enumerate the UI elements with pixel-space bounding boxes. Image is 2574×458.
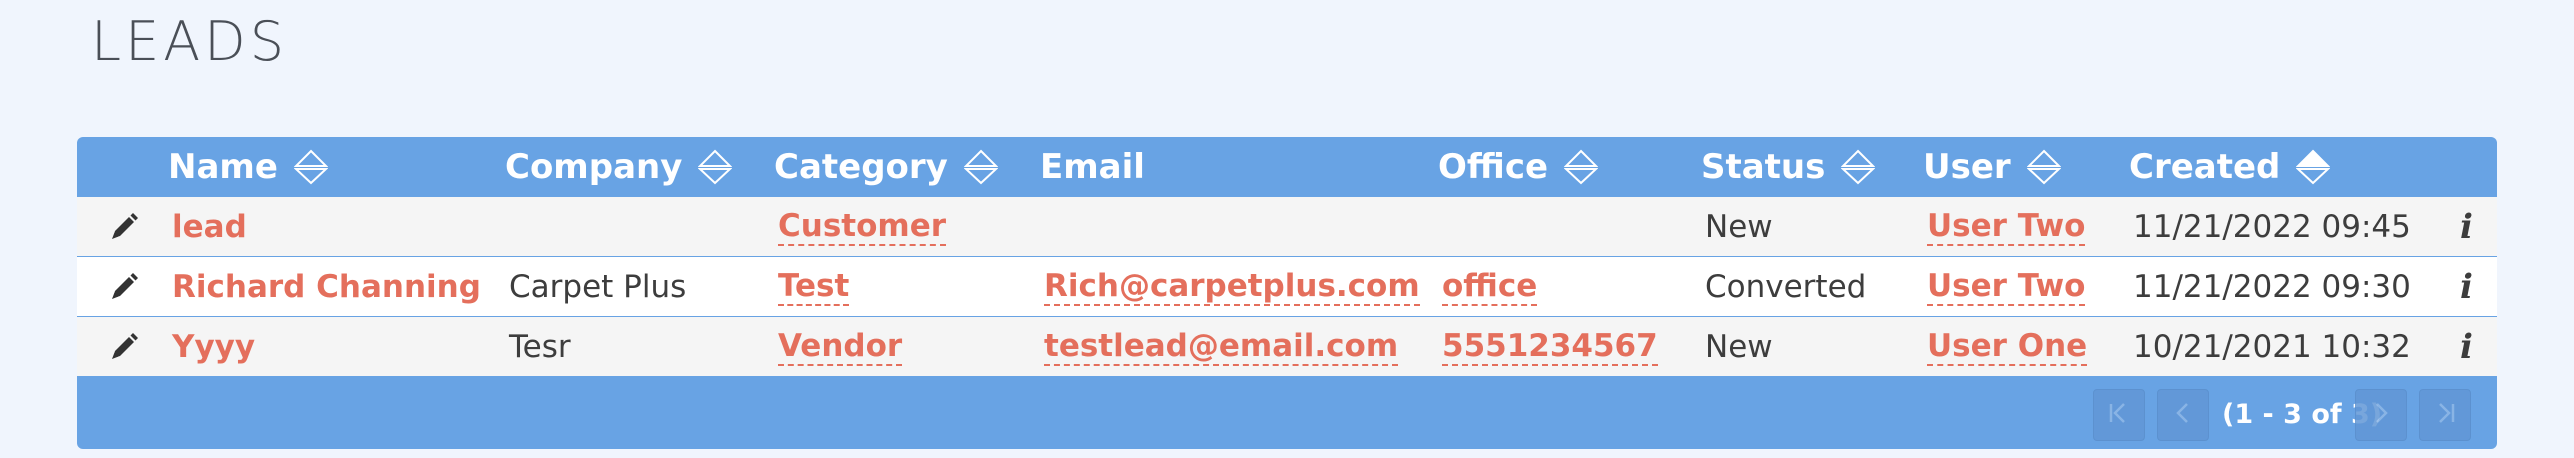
edit-icon[interactable] (108, 331, 140, 363)
user-editable[interactable]: User Two (1927, 268, 2086, 306)
status-text: Converted (1705, 268, 1867, 305)
cell-category[interactable]: Test (778, 257, 850, 316)
pagination-bar: (1 - 3 of 3) (77, 377, 2497, 449)
last-page-icon (2432, 400, 2458, 430)
column-header-label: Name (168, 147, 278, 187)
column-header-name[interactable]: Name (168, 137, 328, 197)
page-title: LEADS (91, 10, 289, 73)
column-header-label: User (1923, 147, 2011, 187)
cell-status: New (1705, 317, 1773, 376)
email-editable[interactable]: Rich@carpetplus.com (1044, 268, 1420, 306)
column-header-email[interactable]: Email (1040, 137, 1145, 197)
cell-company: Carpet Plus (509, 257, 686, 316)
cell-user[interactable]: User One (1927, 317, 2088, 376)
cell-created: 11/21/2022 09:45 (2133, 197, 2411, 256)
table-row: Richard Channing Carpet Plus Test Rich@c… (77, 257, 2497, 316)
prev-page-icon (2170, 400, 2196, 430)
column-header-label: Status (1701, 147, 1826, 187)
user-editable[interactable]: User One (1927, 328, 2088, 366)
edit-icon[interactable] (108, 211, 140, 243)
office-editable[interactable]: 5551234567 (1442, 328, 1658, 366)
cell-email[interactable]: Rich@carpetplus.com (1044, 257, 1420, 316)
last-page-button[interactable] (2419, 389, 2471, 441)
cell-office[interactable]: 5551234567 (1442, 317, 1658, 376)
table-row: Yyyy Tesr Vendor testlead@email.com 5551… (77, 317, 2497, 376)
cell-company: Tesr (509, 317, 571, 376)
category-editable[interactable]: Test (778, 268, 850, 306)
info-icon[interactable]: i (2460, 257, 2473, 316)
column-header-office[interactable]: Office (1438, 137, 1599, 197)
leads-table: Name Company Category Email Office Statu… (77, 137, 2497, 449)
cell-user[interactable]: User Two (1927, 257, 2086, 316)
created-text: 11/21/2022 09:30 (2133, 268, 2411, 305)
sort-icon (293, 149, 328, 185)
status-text: New (1705, 328, 1773, 365)
company-text: Tesr (509, 328, 571, 365)
column-header-label: Email (1040, 147, 1145, 187)
cell-office[interactable]: office (1442, 257, 1538, 316)
next-page-icon (2368, 400, 2394, 430)
sort-icon (2026, 149, 2061, 185)
column-header-category[interactable]: Category (774, 137, 998, 197)
column-header-user[interactable]: User (1923, 137, 2061, 197)
info-icon[interactable]: i (2460, 317, 2473, 376)
status-text: New (1705, 208, 1773, 245)
lead-name-link[interactable]: lead (172, 209, 247, 245)
cell-category[interactable]: Customer (778, 197, 947, 256)
prev-page-button[interactable] (2157, 389, 2209, 441)
lead-name-link[interactable]: Yyyy (172, 329, 255, 365)
cell-name[interactable]: Yyyy (172, 317, 255, 376)
cell-created: 10/21/2021 10:32 (2133, 317, 2411, 376)
cell-category[interactable]: Vendor (778, 317, 903, 376)
company-text: Carpet Plus (509, 268, 687, 305)
lead-name-link[interactable]: Richard Channing (172, 269, 481, 305)
cell-name[interactable]: lead (172, 197, 247, 256)
sort-icon (698, 149, 733, 185)
column-header-company[interactable]: Company (505, 137, 733, 197)
created-text: 11/21/2022 09:45 (2133, 208, 2411, 245)
sort-icon (1841, 149, 1876, 185)
cell-email[interactable]: testlead@email.com (1044, 317, 1399, 376)
column-header-label: Category (774, 147, 948, 187)
user-editable[interactable]: User Two (1927, 208, 2086, 246)
column-header-label: Created (2129, 147, 2281, 187)
first-page-icon (2106, 400, 2132, 430)
cell-name[interactable]: Richard Channing (172, 257, 481, 316)
cell-created: 11/21/2022 09:30 (2133, 257, 2411, 316)
cell-status: New (1705, 197, 1773, 256)
sort-icon (963, 149, 998, 185)
cell-status: Converted (1705, 257, 1866, 316)
table-header: Name Company Category Email Office Statu… (77, 137, 2497, 197)
column-header-label: Office (1438, 147, 1549, 187)
first-page-button[interactable] (2093, 389, 2145, 441)
column-header-status[interactable]: Status (1701, 137, 1876, 197)
category-editable[interactable]: Customer (778, 208, 947, 246)
column-header-created[interactable]: Created (2129, 137, 2331, 197)
cell-user[interactable]: User Two (1927, 197, 2086, 256)
category-editable[interactable]: Vendor (778, 328, 903, 366)
sort-ascending-icon (2296, 149, 2331, 185)
sort-icon (1564, 149, 1599, 185)
info-icon[interactable]: i (2460, 197, 2473, 256)
edit-icon[interactable] (108, 271, 140, 303)
created-text: 10/21/2021 10:32 (2133, 328, 2411, 365)
next-page-button[interactable] (2355, 389, 2407, 441)
office-editable[interactable]: office (1442, 268, 1538, 306)
table-row: lead Customer New User Two 11/21/2022 09… (77, 197, 2497, 256)
email-editable[interactable]: testlead@email.com (1044, 328, 1399, 366)
column-header-label: Company (505, 147, 683, 187)
